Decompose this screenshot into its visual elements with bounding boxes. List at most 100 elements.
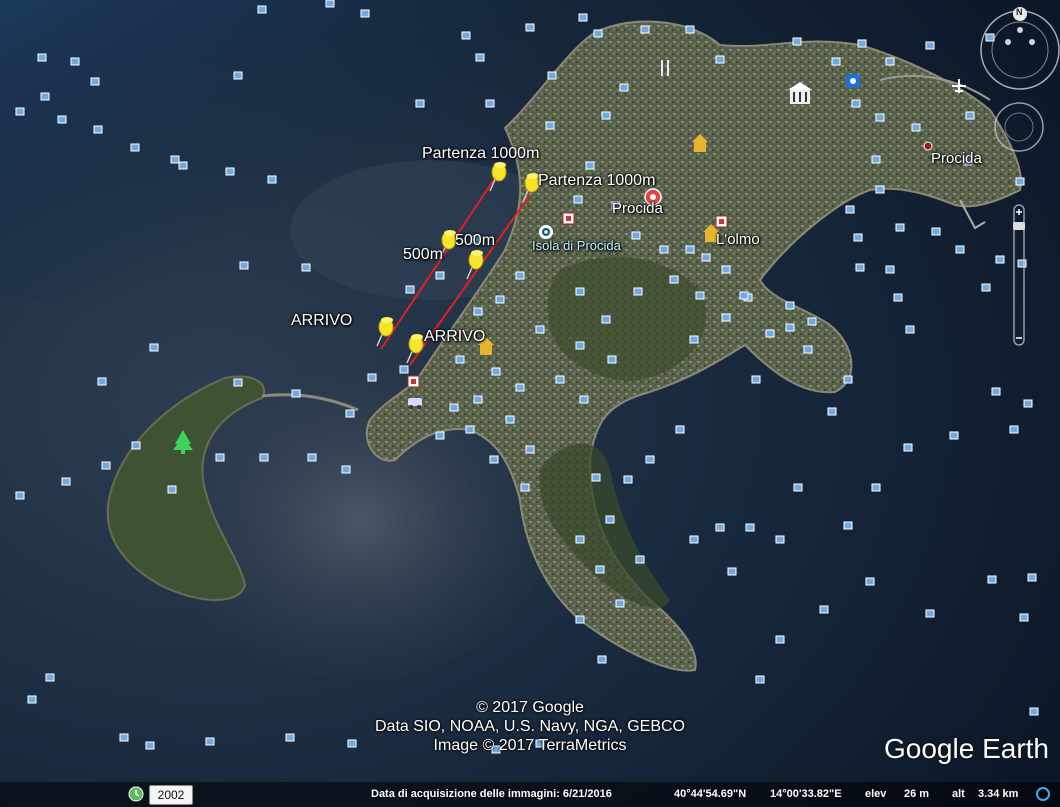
photo-marker-icon[interactable] <box>715 55 725 64</box>
photo-marker-icon[interactable] <box>955 245 965 254</box>
photo-marker-icon[interactable] <box>61 477 71 486</box>
photo-marker-icon[interactable] <box>803 345 813 354</box>
photo-marker-icon[interactable] <box>45 673 55 682</box>
photo-marker-icon[interactable] <box>775 535 785 544</box>
photo-marker-icon[interactable] <box>575 287 585 296</box>
photo-marker-icon[interactable] <box>515 271 525 280</box>
photo-marker-icon[interactable] <box>715 523 725 532</box>
photo-marker-icon[interactable] <box>259 453 269 462</box>
photo-marker-icon[interactable] <box>827 407 837 416</box>
photo-marker-icon[interactable] <box>871 483 881 492</box>
photo-marker-icon[interactable] <box>893 293 903 302</box>
photo-marker-icon[interactable] <box>619 83 629 92</box>
photo-marker-icon[interactable] <box>851 99 861 108</box>
photo-marker-icon[interactable] <box>485 99 495 108</box>
satellite-map[interactable] <box>0 0 1060 807</box>
photo-marker-icon[interactable] <box>101 461 111 470</box>
photo-marker-icon[interactable] <box>37 53 47 62</box>
photo-marker-icon[interactable] <box>267 175 277 184</box>
photo-marker-icon[interactable] <box>855 263 865 272</box>
photo-marker-icon[interactable] <box>635 555 645 564</box>
photo-marker-icon[interactable] <box>1009 425 1019 434</box>
photo-marker-icon[interactable] <box>473 395 483 404</box>
photo-marker-icon[interactable] <box>455 355 465 364</box>
photo-marker-icon[interactable] <box>853 233 863 242</box>
photo-marker-icon[interactable] <box>597 655 607 664</box>
historical-imagery-clock-icon[interactable] <box>128 786 144 802</box>
photo-marker-icon[interactable] <box>555 375 565 384</box>
photo-marker-icon[interactable] <box>985 33 995 42</box>
photo-marker-icon[interactable] <box>325 0 335 8</box>
photo-marker-icon[interactable] <box>843 375 853 384</box>
photo-marker-icon[interactable] <box>775 635 785 644</box>
photo-marker-icon[interactable] <box>785 301 795 310</box>
photo-marker-icon[interactable] <box>721 265 731 274</box>
photo-marker-icon[interactable] <box>585 161 595 170</box>
photo-marker-icon[interactable] <box>495 295 505 304</box>
photo-marker-icon[interactable] <box>593 29 603 38</box>
photo-marker-icon[interactable] <box>15 107 25 116</box>
photo-marker-icon[interactable] <box>885 57 895 66</box>
photo-marker-icon[interactable] <box>905 325 915 334</box>
photo-marker-icon[interactable] <box>875 185 885 194</box>
photo-marker-icon[interactable] <box>807 317 817 326</box>
photo-marker-icon[interactable] <box>415 99 425 108</box>
photo-marker-icon[interactable] <box>573 195 583 204</box>
photo-marker-icon[interactable] <box>739 291 749 300</box>
photo-marker-icon[interactable] <box>965 111 975 120</box>
photo-marker-icon[interactable] <box>535 325 545 334</box>
photo-marker-icon[interactable] <box>233 71 243 80</box>
photo-marker-icon[interactable] <box>505 415 515 424</box>
photo-marker-icon[interactable] <box>785 323 795 332</box>
photo-marker-icon[interactable] <box>765 329 775 338</box>
photo-marker-icon[interactable] <box>607 355 617 364</box>
photo-marker-icon[interactable] <box>843 521 853 530</box>
photo-marker-icon[interactable] <box>831 57 841 66</box>
photo-marker-icon[interactable] <box>911 123 921 132</box>
photo-marker-icon[interactable] <box>701 253 711 262</box>
photo-marker-icon[interactable] <box>473 307 483 316</box>
photo-marker-icon[interactable] <box>925 41 935 50</box>
photo-marker-icon[interactable] <box>721 313 731 322</box>
photo-marker-icon[interactable] <box>595 565 605 574</box>
photo-marker-icon[interactable] <box>233 378 243 387</box>
photo-marker-icon[interactable] <box>70 57 80 66</box>
photo-marker-icon[interactable] <box>659 245 669 254</box>
photo-marker-icon[interactable] <box>689 535 699 544</box>
photo-marker-icon[interactable] <box>903 443 913 452</box>
photo-marker-icon[interactable] <box>1017 259 1027 268</box>
photo-marker-icon[interactable] <box>591 473 601 482</box>
photo-marker-icon[interactable] <box>575 535 585 544</box>
photo-marker-icon[interactable] <box>301 263 311 272</box>
photo-marker-icon[interactable] <box>793 483 803 492</box>
procida-port-marker[interactable] <box>923 141 933 151</box>
photo-marker-icon[interactable] <box>579 395 589 404</box>
photo-marker-icon[interactable] <box>1015 177 1025 186</box>
isola-poi-marker[interactable] <box>539 225 553 239</box>
photo-marker-icon[interactable] <box>291 389 301 398</box>
photo-marker-icon[interactable] <box>475 53 485 62</box>
photo-marker-icon[interactable] <box>167 485 177 494</box>
photo-marker-icon[interactable] <box>578 13 588 22</box>
photo-marker-icon[interactable] <box>1027 573 1037 582</box>
photo-marker-icon[interactable] <box>949 431 959 440</box>
photo-marker-icon[interactable] <box>689 335 699 344</box>
photo-marker-icon[interactable] <box>871 155 881 164</box>
photo-marker-icon[interactable] <box>819 605 829 614</box>
photo-marker-icon[interactable] <box>675 425 685 434</box>
photo-marker-icon[interactable] <box>131 441 141 450</box>
photo-marker-icon[interactable] <box>845 205 855 214</box>
photo-marker-icon[interactable] <box>15 491 25 500</box>
photo-marker-icon[interactable] <box>685 245 695 254</box>
photo-marker-icon[interactable] <box>875 113 885 122</box>
photo-marker-icon[interactable] <box>225 167 235 176</box>
photo-marker-icon[interactable] <box>601 315 611 324</box>
photo-marker-icon[interactable] <box>90 77 100 86</box>
photo-marker-icon[interactable] <box>435 431 445 440</box>
photo-marker-icon[interactable] <box>449 403 459 412</box>
photo-marker-icon[interactable] <box>925 609 935 618</box>
photo-marker-icon[interactable] <box>93 125 103 134</box>
photo-marker-icon[interactable] <box>601 111 611 120</box>
photo-marker-icon[interactable] <box>360 9 370 18</box>
photo-marker-icon[interactable] <box>685 25 695 34</box>
